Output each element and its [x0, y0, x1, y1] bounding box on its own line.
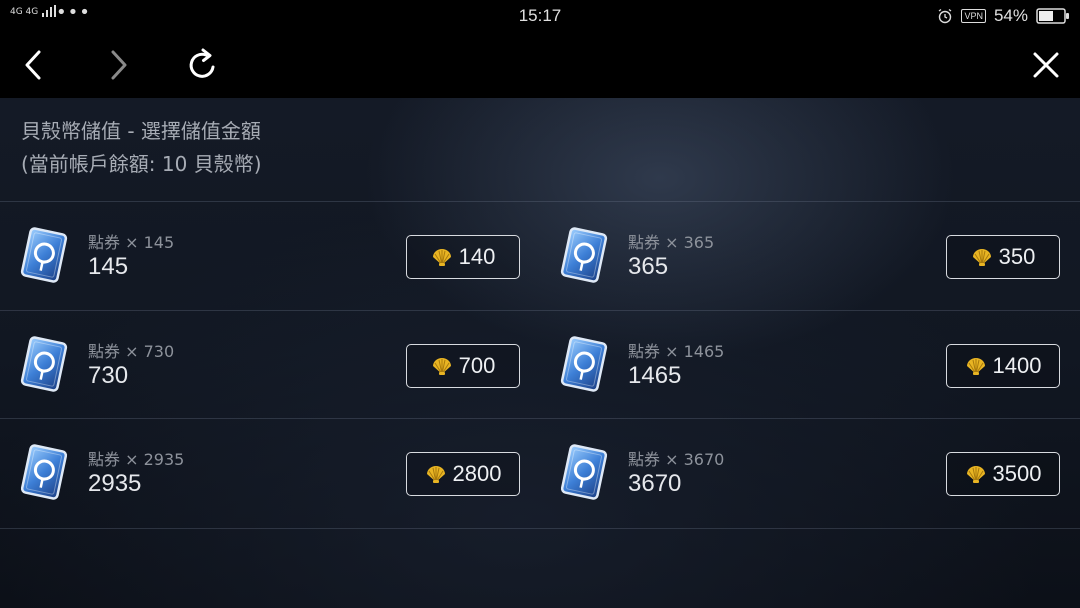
browser-nav-bar — [0, 32, 1080, 98]
chevron-left-icon — [25, 50, 41, 80]
buy-button[interactable]: 2800 — [406, 452, 520, 496]
account-balance: (當前帳戶餘額: 10 貝殼幣) — [21, 152, 262, 176]
package-label: 點券 × 145 — [88, 233, 175, 252]
buy-button[interactable]: 350 — [946, 235, 1060, 279]
chevron-right-icon — [111, 50, 127, 80]
package-label: 點券 × 3670 — [628, 450, 725, 469]
battery-percent: 54% — [993, 6, 1028, 25]
ticket-icon — [560, 336, 608, 392]
package-item: 點券 × 1465 1465 1400 — [540, 312, 1080, 420]
package-amount: 145 — [88, 253, 129, 280]
refresh-button[interactable] — [180, 42, 226, 88]
close-icon — [1033, 52, 1059, 78]
page-title: 貝殼幣儲值 - 選擇儲值金額 — [21, 119, 261, 143]
price-label: 3500 — [992, 461, 1042, 486]
shell-icon — [972, 249, 991, 266]
package-item: 點券 × 2935 2935 2800 — [0, 420, 540, 528]
buy-button[interactable]: 3500 — [946, 452, 1060, 496]
price-label: 700 — [458, 353, 496, 378]
package-label: 點券 × 730 — [88, 342, 175, 361]
battery-icon — [1036, 8, 1069, 24]
ticket-icon — [20, 336, 68, 392]
screen: 4G 4G ••• 15:17 VPN 54% 貝殼幣儲值 - 選擇儲值金額 (… — [0, 0, 1080, 608]
ticket-icon — [560, 227, 608, 283]
ticket-icon — [20, 444, 68, 500]
status-bar: 4G 4G ••• 15:17 VPN 54% — [0, 0, 1080, 32]
package-amount: 365 — [628, 253, 669, 280]
shell-icon — [432, 358, 451, 375]
package-amount: 3670 — [628, 470, 682, 497]
buy-button[interactable]: 1400 — [946, 344, 1060, 388]
price-label: 140 — [458, 244, 496, 269]
buy-button[interactable]: 700 — [406, 344, 520, 388]
divider — [0, 528, 1080, 529]
back-button[interactable] — [11, 42, 57, 88]
price-label: 2800 — [452, 461, 502, 486]
ticket-icon — [560, 444, 608, 500]
package-label: 點券 × 365 — [628, 233, 715, 252]
close-button[interactable] — [1023, 42, 1069, 88]
shell-icon — [966, 358, 985, 375]
buy-button[interactable]: 140 — [406, 235, 520, 279]
price-label: 350 — [998, 244, 1036, 269]
package-amount: 730 — [88, 362, 129, 389]
package-item: 點券 × 145 145 140 — [0, 203, 540, 311]
shell-icon — [966, 466, 985, 483]
package-label: 點券 × 2935 — [88, 450, 185, 469]
divider — [0, 201, 1080, 202]
ticket-icon — [20, 227, 68, 283]
recharge-page: 貝殼幣儲值 - 選擇儲值金額 (當前帳戶餘額: 10 貝殼幣) 點券 × 145… — [0, 98, 1080, 608]
vpn-badge: VPN — [961, 9, 986, 23]
shell-icon — [432, 249, 451, 266]
package-amount: 2935 — [88, 470, 142, 497]
status-icons: VPN 54% — [937, 5, 1070, 27]
shell-icon — [426, 466, 445, 483]
forward-button[interactable] — [95, 42, 141, 88]
package-amount: 1465 — [628, 362, 682, 389]
refresh-icon — [189, 48, 215, 78]
clock: 15:17 — [518, 6, 562, 25]
alarm-icon — [939, 8, 952, 24]
package-item: 點券 × 365 365 350 — [540, 203, 1080, 311]
price-label: 1400 — [992, 353, 1042, 378]
package-label: 點券 × 1465 — [628, 342, 725, 361]
package-item: 點券 × 730 730 700 — [0, 312, 540, 420]
package-item: 點券 × 3670 3670 3500 — [540, 420, 1080, 528]
